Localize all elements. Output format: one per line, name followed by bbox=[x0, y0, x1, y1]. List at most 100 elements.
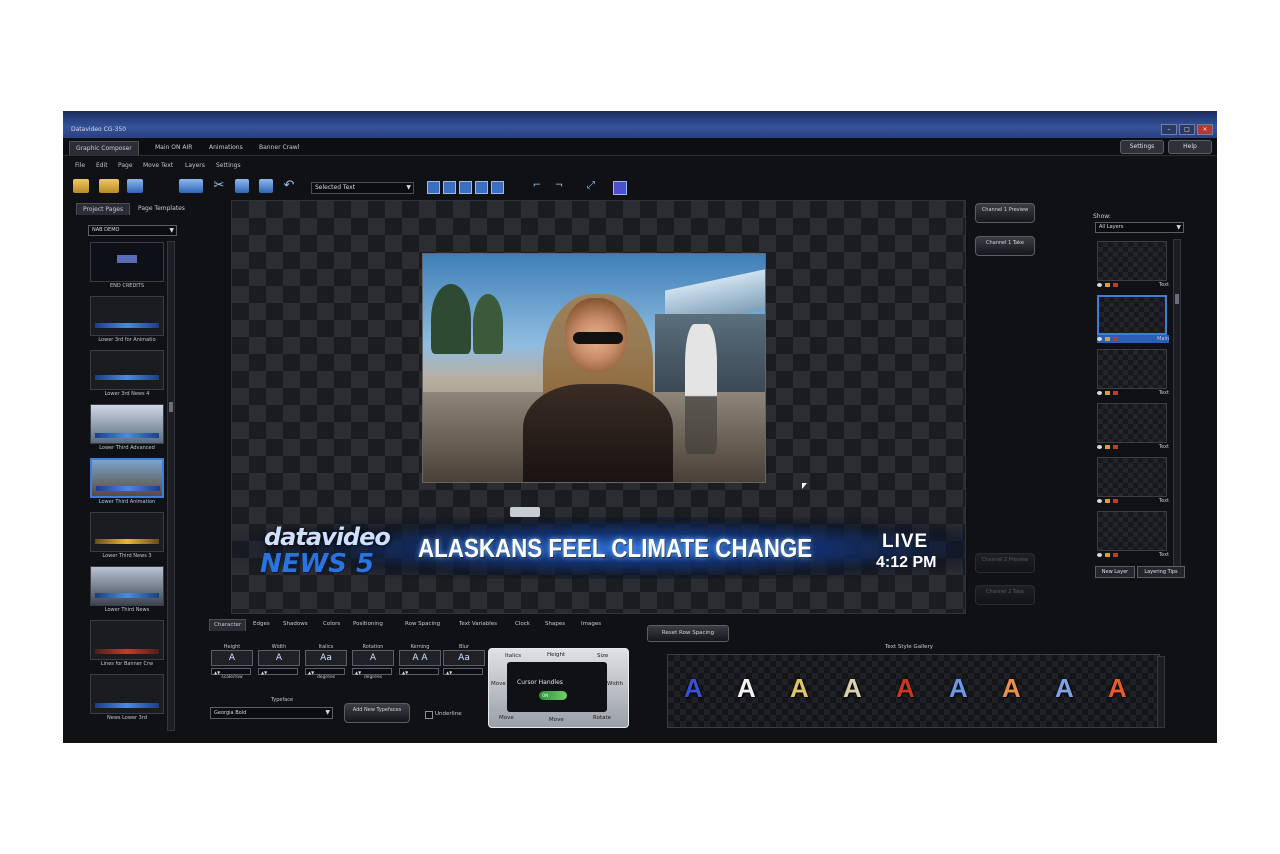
page-thumbnail[interactable]: Lower Third News bbox=[90, 566, 164, 613]
gallery-scrollbar[interactable] bbox=[1157, 656, 1165, 728]
text-style-preset[interactable]: A bbox=[949, 673, 968, 704]
handle-italics[interactable]: Italics bbox=[505, 653, 521, 659]
tab-page-templates[interactable]: Page Templates bbox=[132, 203, 191, 214]
background-image-icon[interactable] bbox=[179, 179, 203, 193]
text-style-preset[interactable]: A bbox=[1055, 673, 1074, 704]
menu-move-text[interactable]: Move Text bbox=[143, 162, 173, 169]
tab-character[interactable]: Character bbox=[209, 619, 247, 631]
send-backward-icon[interactable]: ¬ bbox=[551, 179, 567, 193]
layer-item[interactable]: Text bbox=[1097, 511, 1169, 559]
layer-item[interactable]: Text bbox=[1097, 403, 1169, 451]
text-style-preset[interactable]: A bbox=[843, 673, 862, 704]
kerning-stepper[interactable]: ▲▼ bbox=[399, 668, 439, 675]
tab-clock[interactable]: Clock bbox=[511, 619, 534, 630]
width-stepper[interactable]: ▲▼ bbox=[258, 668, 298, 675]
handle-height[interactable]: Height bbox=[547, 652, 565, 658]
handle-move-left[interactable]: Move bbox=[491, 681, 506, 687]
align-left-icon[interactable] bbox=[427, 181, 440, 194]
kerning-icon[interactable]: A A bbox=[399, 650, 441, 666]
page-thumbnail[interactable]: Lower 3rd News 4 bbox=[90, 350, 164, 397]
page-thumbnail[interactable]: Lower 3rd for Animatio bbox=[90, 296, 164, 343]
layer-filter-dropdown[interactable]: All Layers ▼ bbox=[1095, 222, 1184, 233]
composition-canvas[interactable]: datavideo NEWS 5 ALASKANS FEEL CLIMATE C… bbox=[231, 200, 966, 614]
text-style-preset[interactable]: A bbox=[1108, 673, 1127, 704]
settings-button[interactable]: Settings bbox=[1120, 140, 1164, 154]
layering-tips-button[interactable]: Layering Tips bbox=[1137, 566, 1185, 578]
tab-positioning[interactable]: Positioning bbox=[349, 619, 387, 630]
italics-control[interactable]: Italics Aa ▲▼ degrees bbox=[305, 644, 347, 684]
help-button[interactable]: Help bbox=[1168, 140, 1212, 154]
time-text[interactable]: 4:12 PM bbox=[876, 554, 936, 572]
text-style-preset[interactable]: A bbox=[1002, 673, 1021, 704]
rotation-icon[interactable]: A bbox=[352, 650, 394, 666]
height-stepper[interactable]: ▲▼ bbox=[211, 668, 251, 675]
channel1-take-button[interactable]: Channel 1 Take bbox=[975, 236, 1035, 256]
tab-images[interactable]: Images bbox=[577, 619, 605, 630]
handle-move-bottom-left[interactable]: Move bbox=[499, 715, 514, 721]
menu-edit[interactable]: Edit bbox=[96, 162, 108, 169]
page-thumbnail-selected[interactable]: Lower Third Animation bbox=[90, 458, 164, 505]
text-style-preset[interactable]: A bbox=[896, 673, 915, 704]
copy-icon[interactable] bbox=[235, 179, 249, 193]
page-thumbnail[interactable]: News Lower 3rd bbox=[90, 674, 164, 721]
layer-item-selected[interactable]: Main bbox=[1097, 295, 1169, 343]
page-thumbnail[interactable]: Lower Third Advanced bbox=[90, 404, 164, 451]
channel2-preview-button[interactable]: Channel 2 Preview bbox=[975, 553, 1035, 573]
rotation-control[interactable]: Rotation A ▲▼ degrees bbox=[352, 644, 394, 684]
thumbnail-scrollbar[interactable] bbox=[167, 241, 175, 731]
page-thumbnail[interactable]: Lower Third News 3 bbox=[90, 512, 164, 559]
text-style-preset[interactable]: A bbox=[737, 673, 756, 704]
kerning-control[interactable]: Kerning A A ▲▼ bbox=[399, 644, 441, 684]
cut-icon[interactable]: ✂ bbox=[211, 179, 227, 193]
open-project-icon[interactable] bbox=[73, 179, 89, 193]
text-style-preset[interactable]: A bbox=[684, 673, 703, 704]
tab-edges[interactable]: Edges bbox=[249, 619, 274, 630]
tab-row-spacing[interactable]: Row Spacing bbox=[401, 619, 444, 630]
handle-rotate[interactable]: Rotate bbox=[593, 715, 611, 721]
handle-move-bottom[interactable]: Move bbox=[549, 717, 564, 723]
scrollbar-thumb[interactable] bbox=[169, 402, 173, 412]
drag-handle-icon[interactable] bbox=[510, 507, 540, 517]
page-thumbnail[interactable]: Lines for Banner Crw bbox=[90, 620, 164, 667]
fit-screen-icon[interactable]: ⤢ bbox=[583, 179, 599, 193]
align-bottom-icon[interactable] bbox=[491, 181, 504, 194]
underline-checkbox[interactable] bbox=[425, 711, 433, 719]
align-right-icon[interactable] bbox=[459, 181, 472, 194]
width-icon[interactable]: A bbox=[258, 650, 300, 666]
tab-banner-crawl[interactable]: Banner Crawl bbox=[253, 141, 305, 154]
channel2-take-button[interactable]: Channel 2 Take bbox=[975, 585, 1035, 605]
tab-main-on-air[interactable]: Main ON AIR bbox=[149, 141, 198, 154]
tab-project-pages[interactable]: Project Pages bbox=[76, 203, 131, 215]
paste-icon[interactable] bbox=[259, 179, 273, 193]
text-style-preset[interactable]: A bbox=[790, 673, 809, 704]
open-folder-icon[interactable] bbox=[99, 179, 119, 193]
italics-stepper[interactable]: ▲▼ bbox=[305, 668, 345, 675]
blur-control[interactable]: Blur Aa ▲▼ bbox=[443, 644, 485, 684]
safe-area-icon[interactable] bbox=[613, 181, 627, 195]
menu-file[interactable]: File bbox=[75, 162, 85, 169]
typeface-dropdown[interactable]: Georgia Bold ▼ bbox=[210, 707, 333, 719]
reset-row-spacing-button[interactable]: Reset Row Spacing bbox=[647, 625, 729, 642]
channel1-preview-button[interactable]: Channel 1 Preview bbox=[975, 203, 1035, 223]
blur-stepper[interactable]: ▲▼ bbox=[443, 668, 483, 675]
maximize-icon[interactable]: □ bbox=[1179, 124, 1195, 135]
project-dropdown[interactable]: NAB DEMO ▼ bbox=[88, 225, 177, 236]
add-typefaces-button[interactable]: Add New Typefaces bbox=[344, 703, 410, 723]
tab-graphic-composer[interactable]: Graphic Composer bbox=[69, 141, 139, 155]
tab-shapes[interactable]: Shapes bbox=[541, 619, 569, 630]
cursor-handles-toggle[interactable]: ON bbox=[539, 691, 567, 700]
handle-size[interactable]: Size bbox=[597, 653, 608, 659]
tab-colors[interactable]: Colors bbox=[319, 619, 344, 630]
undo-icon[interactable]: ↶ bbox=[281, 179, 297, 193]
tab-animations[interactable]: Animations bbox=[203, 141, 249, 154]
live-text[interactable]: LIVE bbox=[882, 531, 928, 553]
width-control[interactable]: Width A ▲▼ bbox=[258, 644, 300, 684]
layer-item[interactable]: Text bbox=[1097, 241, 1169, 289]
new-layer-button[interactable]: New Layer bbox=[1095, 566, 1135, 578]
blur-icon[interactable]: Aa bbox=[443, 650, 485, 666]
bring-forward-icon[interactable]: ⌐ bbox=[529, 179, 545, 193]
menu-layers[interactable]: Layers bbox=[185, 162, 205, 169]
handle-width[interactable]: Width bbox=[607, 681, 623, 687]
menu-settings[interactable]: Settings bbox=[216, 162, 241, 169]
menu-page[interactable]: Page bbox=[118, 162, 133, 169]
